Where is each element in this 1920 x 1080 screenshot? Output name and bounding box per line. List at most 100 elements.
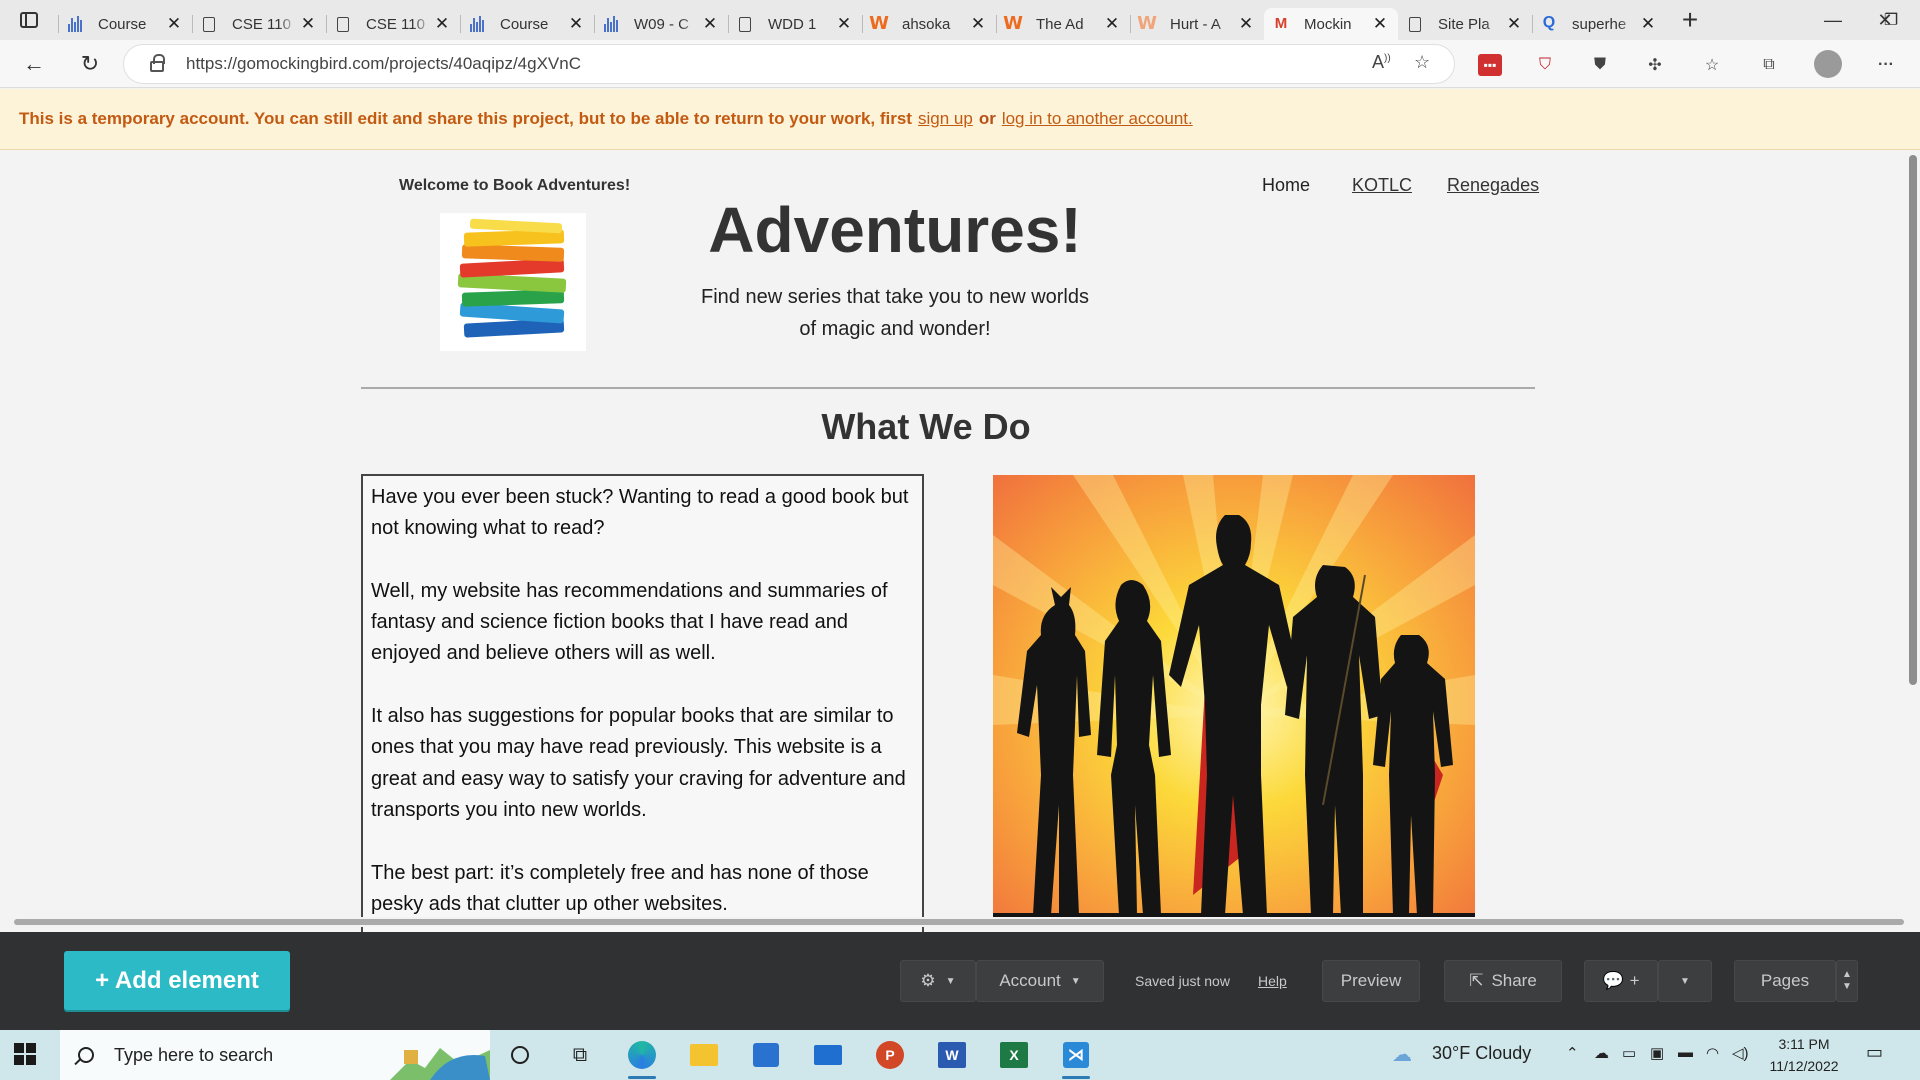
close-icon[interactable]: ✕ bbox=[968, 14, 988, 34]
browser-tab[interactable]: Course ✕ bbox=[460, 8, 594, 40]
preview-button[interactable]: Preview bbox=[1322, 960, 1420, 1002]
close-icon[interactable]: ✕ bbox=[432, 14, 452, 34]
section-title[interactable]: What We Do bbox=[700, 406, 1152, 448]
what-we-do-textbox[interactable]: Have you ever been stuck? Wanting to rea… bbox=[361, 474, 924, 932]
add-element-button[interactable]: + Add element bbox=[64, 951, 290, 1010]
new-tab-button[interactable]: + bbox=[1666, 0, 1714, 40]
close-window-icon[interactable]: ✕ bbox=[1856, 0, 1914, 40]
close-icon[interactable]: ✕ bbox=[164, 14, 184, 34]
meet-now-icon[interactable]: ▭ bbox=[1622, 1044, 1636, 1062]
share-button[interactable]: ⇱ Share bbox=[1444, 960, 1562, 1002]
close-icon[interactable]: ✕ bbox=[1638, 14, 1658, 34]
help-link[interactable]: Help bbox=[1258, 973, 1287, 989]
read-aloud-icon[interactable]: A)) bbox=[1372, 52, 1391, 73]
browser-tab[interactable]: Site Pla ✕ bbox=[1398, 8, 1532, 40]
close-icon[interactable]: ✕ bbox=[1504, 14, 1524, 34]
notifications-icon[interactable]: ▭ bbox=[1866, 1042, 1883, 1063]
file-explorer-icon[interactable] bbox=[688, 1039, 720, 1071]
shield-icon[interactable]: ⛊ bbox=[1588, 54, 1612, 76]
browser-tab[interactable]: CSE 110 ✕ bbox=[326, 8, 460, 40]
browser-tab[interactable]: Q superhe ✕ bbox=[1532, 8, 1666, 40]
superheroes-image[interactable] bbox=[993, 475, 1475, 925]
edge-icon[interactable] bbox=[626, 1039, 658, 1079]
profile-avatar[interactable] bbox=[1814, 50, 1842, 78]
taskbar-search-box[interactable]: Type here to search bbox=[60, 1030, 490, 1080]
gear-icon: ⚙ bbox=[920, 971, 936, 990]
weather-text[interactable]: 30°F Cloudy bbox=[1432, 1043, 1531, 1064]
pages-button[interactable]: Pages bbox=[1734, 960, 1836, 1002]
browser-tab[interactable]: Course ✕ bbox=[58, 8, 192, 40]
close-icon[interactable]: ✕ bbox=[1370, 14, 1390, 34]
close-icon[interactable]: ✕ bbox=[700, 14, 720, 34]
browser-tab[interactable]: W Hurt - A ✕ bbox=[1130, 8, 1264, 40]
word-icon[interactable]: W bbox=[936, 1039, 968, 1071]
close-icon[interactable]: ✕ bbox=[1236, 14, 1256, 34]
windows-taskbar: Type here to search ⧉ P W X ⋊ ☁ 30°F Clo… bbox=[0, 1030, 1920, 1080]
vertical-scrollbar[interactable] bbox=[1906, 151, 1920, 921]
mail-icon[interactable] bbox=[812, 1039, 844, 1071]
banner-text: This is a temporary account. You can sti… bbox=[19, 109, 912, 128]
vscode-icon[interactable]: ⋊ bbox=[1060, 1039, 1092, 1079]
nav-renegades[interactable]: Renegades bbox=[1447, 175, 1539, 196]
tab-actions-menu-icon[interactable] bbox=[0, 0, 58, 40]
close-icon[interactable]: ✕ bbox=[1102, 14, 1122, 34]
browser-tab[interactable]: WDD 1 ✕ bbox=[728, 8, 862, 40]
chevron-up-icon[interactable]: ⌃ bbox=[1566, 1044, 1579, 1062]
browser-tab-active[interactable]: M Mockin ✕ bbox=[1264, 8, 1398, 40]
extensions-puzzle-icon[interactable]: ✣ bbox=[1643, 54, 1667, 76]
browser-tab[interactable]: W The Ad ✕ bbox=[996, 8, 1130, 40]
pages-stepper[interactable]: ▲ ▼ bbox=[1836, 960, 1858, 1002]
minimize-icon[interactable]: — bbox=[1804, 0, 1862, 40]
defender-icon[interactable]: ▣ bbox=[1650, 1044, 1664, 1062]
mockingbird-icon: M bbox=[1274, 15, 1288, 32]
horizontal-scrollbar[interactable] bbox=[0, 917, 1906, 927]
onedrive-icon[interactable]: ☁ bbox=[1594, 1044, 1609, 1062]
site-title[interactable]: Adventures! bbox=[640, 193, 1150, 267]
add-comment-button[interactable]: 💬 + bbox=[1584, 960, 1658, 1002]
cortana-icon[interactable] bbox=[504, 1039, 536, 1071]
extension-icon[interactable]: ▪▪▪ bbox=[1478, 54, 1502, 76]
excel-icon[interactable]: X bbox=[998, 1039, 1030, 1071]
battery-icon[interactable]: ▬ bbox=[1678, 1044, 1693, 1061]
nav-home[interactable]: Home bbox=[1262, 175, 1310, 196]
close-icon[interactable]: ✕ bbox=[566, 14, 586, 34]
sign-up-link[interactable]: sign up bbox=[918, 109, 973, 129]
books-stack-image[interactable] bbox=[440, 213, 586, 351]
browser-tab[interactable]: CSE 110 ✕ bbox=[192, 8, 326, 40]
bar-chart-icon bbox=[468, 16, 486, 32]
collections-icon[interactable]: ⧉ bbox=[1757, 54, 1781, 76]
refresh-icon[interactable]: ↻ bbox=[74, 48, 106, 80]
caret-down-icon: ▼ bbox=[1070, 975, 1081, 987]
task-view-icon[interactable]: ⧉ bbox=[564, 1039, 596, 1071]
browser-tab[interactable]: W ahsoka ✕ bbox=[862, 8, 996, 40]
more-menu-icon[interactable]: ··· bbox=[1874, 54, 1898, 76]
add-favorite-icon[interactable]: ☆ bbox=[1414, 52, 1430, 73]
comments-dropdown-button[interactable]: ▼ bbox=[1658, 960, 1712, 1002]
welcome-text[interactable]: Welcome to Book Adventures! bbox=[399, 177, 630, 195]
volume-icon[interactable]: ◁) bbox=[1732, 1044, 1749, 1062]
close-icon[interactable]: ✕ bbox=[298, 14, 318, 34]
clock[interactable]: 3:11 PM 11/12/2022 bbox=[1760, 1033, 1848, 1077]
share-icon: ⇱ bbox=[1469, 971, 1484, 990]
nav-kotlc[interactable]: KOTLC bbox=[1352, 175, 1412, 196]
browser-tab[interactable]: W09 - C ✕ bbox=[594, 8, 728, 40]
login-link[interactable]: log in to another account. bbox=[1002, 109, 1193, 129]
ublock-icon[interactable]: ⛉ bbox=[1533, 54, 1557, 76]
windows-start-icon[interactable] bbox=[14, 1043, 36, 1065]
site-subtitle[interactable]: Find new series that take you to new wor… bbox=[690, 281, 1100, 345]
back-arrow-icon[interactable]: ← bbox=[18, 48, 50, 80]
account-label: Account bbox=[999, 971, 1061, 990]
wifi-icon[interactable]: ◠ bbox=[1706, 1044, 1719, 1062]
url-text: https://gomockingbird.com/projects/40aqi… bbox=[186, 54, 581, 73]
url-field[interactable]: https://gomockingbird.com/projects/40aqi… bbox=[124, 45, 1454, 83]
caret-down-icon: ▼ bbox=[945, 975, 956, 987]
cloud-weather-icon[interactable]: ☁ bbox=[1392, 1042, 1412, 1067]
favorites-icon[interactable]: ☆ bbox=[1700, 54, 1724, 76]
account-dropdown-button[interactable]: Account ▼ bbox=[976, 960, 1104, 1002]
close-icon[interactable]: ✕ bbox=[834, 14, 854, 34]
document-icon bbox=[200, 16, 218, 32]
settings-dropdown-button[interactable]: ⚙ ▼ bbox=[900, 960, 976, 1002]
comment-icon: 💬 bbox=[1602, 971, 1624, 990]
store-icon[interactable] bbox=[750, 1039, 782, 1071]
powerpoint-icon[interactable]: P bbox=[874, 1039, 906, 1071]
